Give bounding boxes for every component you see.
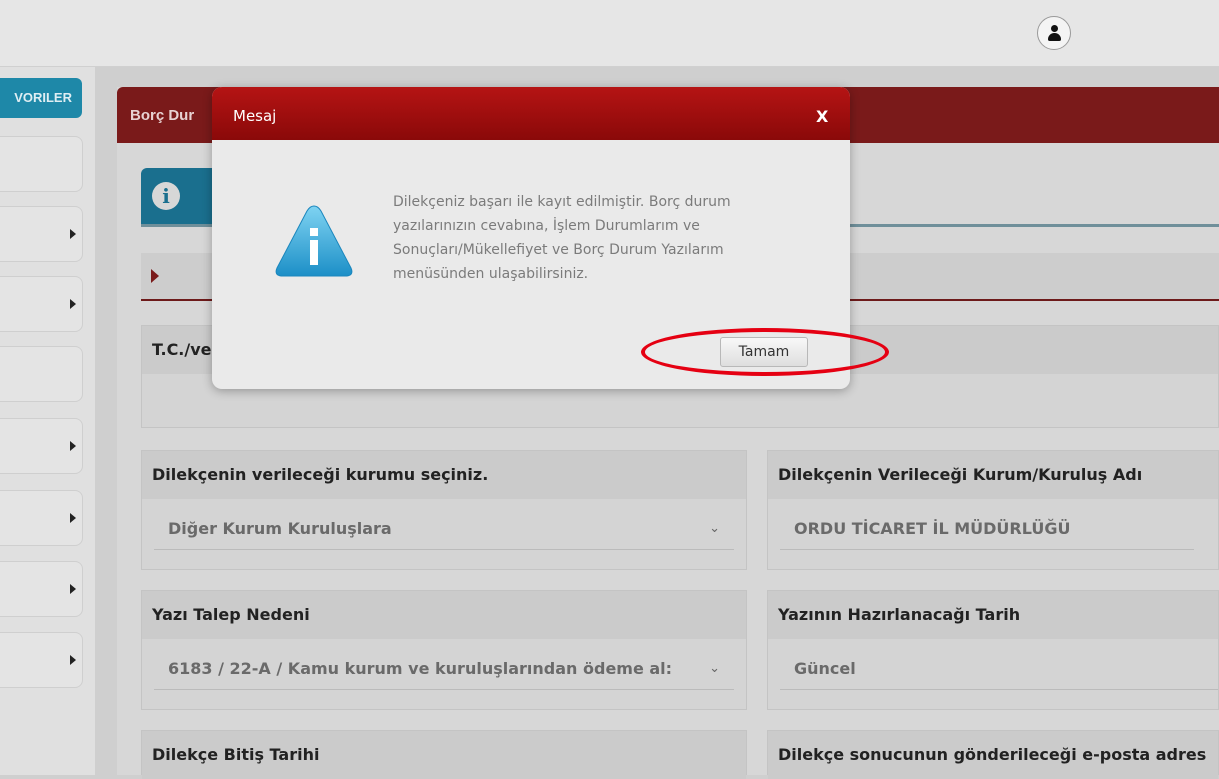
request-reason-label: Yazı Talep Nedeni [142, 591, 746, 639]
request-reason-value: 6183 / 22-A / Kamu kurum ve kuruluşların… [168, 659, 673, 678]
request-reason-select[interactable]: 6183 / 22-A / Kamu kurum ve kuruluşların… [154, 649, 734, 690]
email-panel: Dilekçe sonucunun gönderileceği e-posta … [767, 730, 1219, 779]
message-line: Dilekçeniz başarı ile kayıt edilmiştir. … [393, 194, 731, 210]
institution-name-field[interactable]: ORDU TİCARET İL MÜDÜRLÜĞÜ [780, 509, 1194, 550]
institution-select-value: Diğer Kurum Kuruluşlara [168, 519, 392, 538]
info-icon [275, 205, 353, 277]
request-reason-panel: Yazı Talep Nedeni 6183 / 22-A / Kamu kur… [141, 590, 747, 710]
end-date-label: Dilekçe Bitiş Tarihi [142, 731, 746, 779]
dialog-message: Dilekçeniz başarı ile kayıt edilmiştir. … [393, 190, 793, 286]
caret-right-icon [151, 269, 159, 283]
caret-right-icon [70, 584, 76, 594]
end-date-panel: Dilekçe Bitiş Tarihi [141, 730, 747, 779]
prepare-date-panel: Yazının Hazırlanacağı Tarih Güncel [767, 590, 1219, 710]
page-title: Borç Dur [130, 107, 195, 124]
message-line: Sonuçları/Mükellefiyet ve Borç Durum Yaz… [393, 242, 724, 258]
institution-select-label: Dilekçenin verileceği kurumu seçiniz. [142, 451, 746, 499]
message-line: menüsünden ulaşabilirsiniz. [393, 266, 589, 282]
sidebar-item[interactable] [0, 136, 83, 192]
top-bar [0, 0, 1219, 67]
institution-select-panel: Dilekçenin verileceği kurumu seçiniz. Di… [141, 450, 747, 570]
institution-select[interactable]: Diğer Kurum Kuruluşlara ⌄ [154, 509, 734, 550]
favorites-button[interactable]: VORILER [0, 78, 82, 118]
prepare-date-value: Güncel [794, 659, 856, 678]
user-icon-head [1051, 25, 1058, 32]
sidebar-item[interactable] [0, 346, 83, 402]
highlight-ellipse [641, 328, 889, 376]
prepare-date-field[interactable]: Güncel [780, 649, 1218, 690]
sidebar-item[interactable] [0, 632, 83, 688]
institution-name-label: Dilekçenin Verileceği Kurum/Kuruluş Adı [768, 451, 1218, 499]
caret-right-icon [70, 655, 76, 665]
info-icon: i [152, 182, 180, 210]
user-icon[interactable] [1037, 16, 1071, 50]
chevron-down-icon: ⌄ [709, 661, 720, 676]
institution-name-panel: Dilekçenin Verileceği Kurum/Kuruluş Adı … [767, 450, 1219, 570]
sidebar-item[interactable] [0, 418, 83, 474]
chevron-down-icon: ⌄ [709, 521, 720, 536]
dialog-title: Mesaj [233, 107, 277, 125]
caret-right-icon [70, 441, 76, 451]
sidebar-item[interactable] [0, 276, 83, 332]
institution-name-value: ORDU TİCARET İL MÜDÜRLÜĞÜ [794, 519, 1071, 538]
email-label: Dilekçe sonucunun gönderileceği e-posta … [768, 731, 1218, 779]
sidebar-item[interactable] [0, 490, 83, 546]
dialog-header: Mesaj X [212, 87, 850, 140]
sidebar-item[interactable] [0, 206, 83, 262]
caret-right-icon [70, 513, 76, 523]
sidebar-item[interactable] [0, 561, 83, 617]
prepare-date-label: Yazının Hazırlanacağı Tarih [768, 591, 1218, 639]
message-line: yazılarınızın cevabına, İşlem Durumlarım… [393, 218, 700, 234]
close-button[interactable]: X [816, 107, 828, 126]
user-icon-body [1048, 33, 1061, 41]
caret-right-icon [70, 229, 76, 239]
caret-right-icon [70, 299, 76, 309]
